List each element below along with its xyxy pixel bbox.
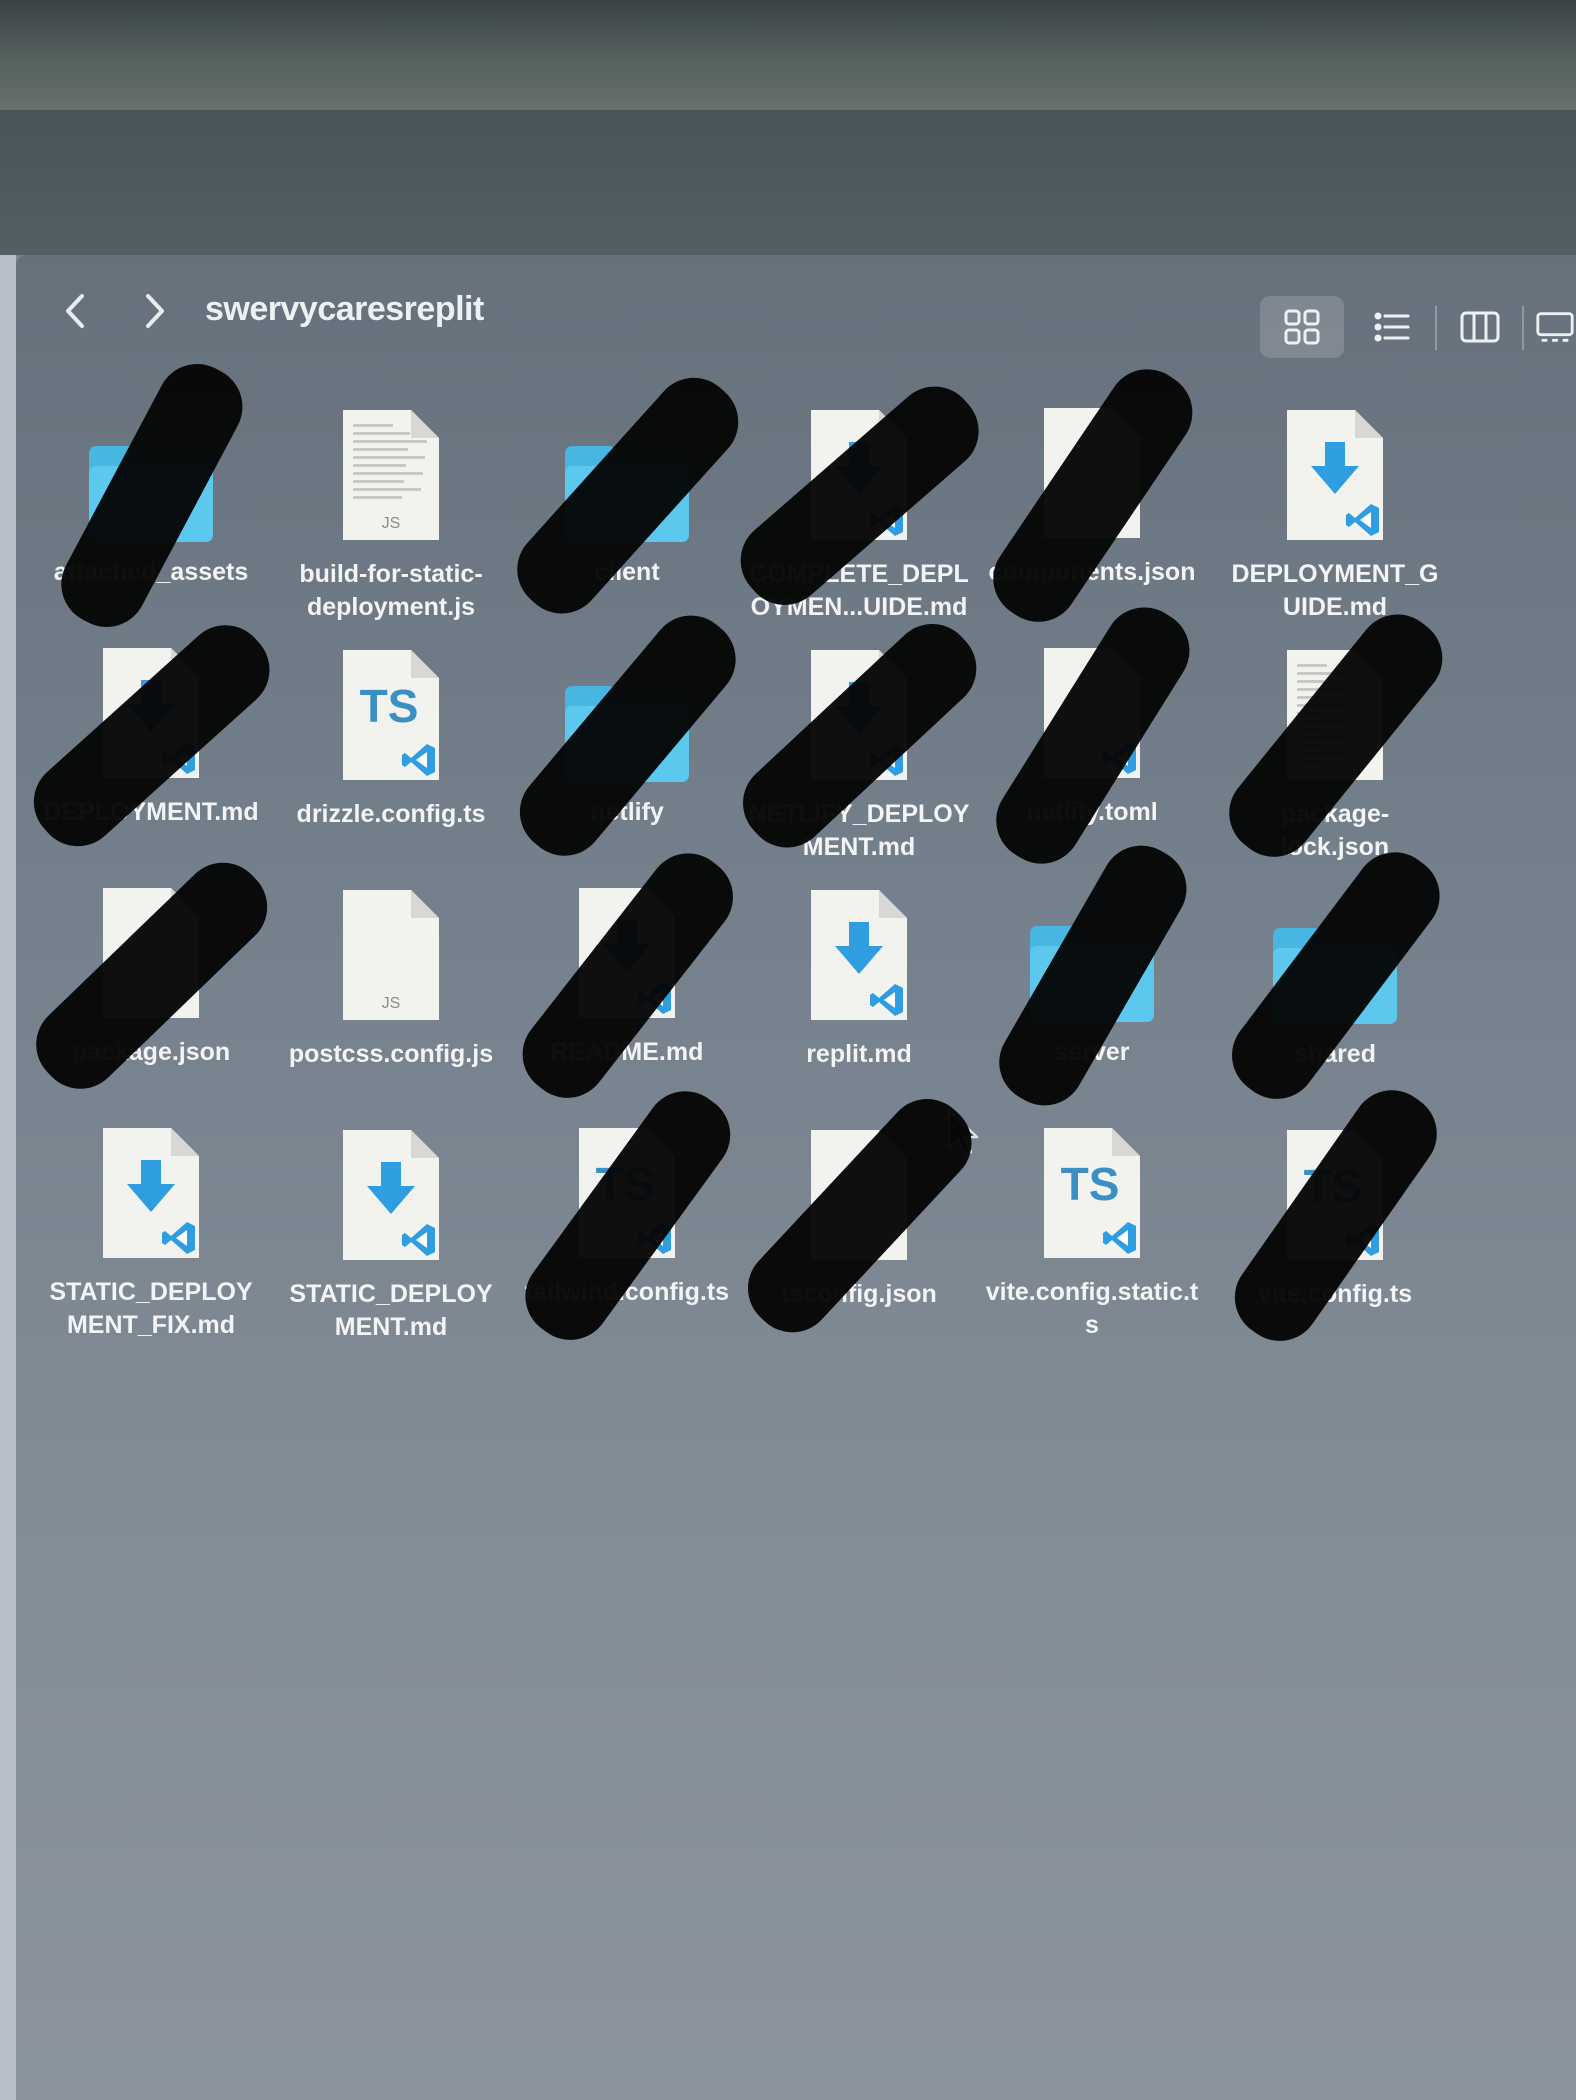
column-view-button[interactable] [1438,296,1522,358]
file-name: client [594,558,660,586]
folder-icon [512,400,742,550]
file-name: drizzle.config.ts [296,800,486,828]
file-item[interactable]: components.json [977,400,1207,589]
file-name: STATIC_DEPLOY MENT.md [289,1280,493,1341]
file-item[interactable]: TS vite.config.ts [1220,1122,1450,1311]
file-name: postcss.config.js [288,1040,494,1068]
document-icon [36,880,266,1030]
typescript-file-icon: TS [512,1120,742,1270]
typescript-file-icon: TS [276,642,506,792]
markdown-file-icon [1220,402,1450,552]
list-view-button[interactable] [1350,296,1434,358]
file-name: STATIC_DEPLOY MENT_FIX.md [49,1278,253,1339]
file-item[interactable]: DEPLOYMENT_G UIDE.md [1220,402,1450,624]
folder-icon [36,400,266,550]
document-icon [1220,642,1450,792]
document-icon [744,1122,974,1272]
toolbar-separator [1435,306,1437,350]
document-icon [977,640,1207,790]
icon-view-button[interactable] [1260,296,1344,358]
document-icon [977,400,1207,550]
svg-text:TS: TS [596,1158,655,1210]
file-name: NETLIFY_DEPLOY MENT.md [748,800,970,861]
file-item[interactable]: TS drizzle.config.ts [276,642,506,831]
gallery-view-icon [1536,312,1574,342]
file-name: tsconfig.json [781,1280,937,1308]
svg-text:TS: TS [360,680,419,732]
markdown-file-icon [744,642,974,792]
column-view-icon [1460,311,1500,343]
file-item[interactable]: shared [1220,882,1450,1071]
document-icon: JS [276,882,506,1032]
file-item[interactable]: replit.md [744,882,974,1071]
document-icon: JS [276,402,506,552]
file-item[interactable]: DEPLOYMENT.md [36,640,266,829]
toolbar-separator [1522,306,1524,350]
file-name: shared [1294,1040,1376,1068]
window-title: swervycaresreplit [205,290,484,328]
file-item[interactable]: TS vite.config.static.t s [977,1120,1207,1342]
file-name: COMPLETE_DEPL OYMEN...UIDE.md [749,560,969,621]
file-item[interactable]: attached_assets [36,400,266,589]
svg-text:TS: TS [1061,1158,1120,1210]
folder-icon [1220,882,1450,1032]
file-name: build-for-static-deployment.js [299,560,483,621]
file-item[interactable]: TS tailwind.config.ts [512,1120,742,1309]
file-item[interactable]: netlify.toml [977,640,1207,829]
file-item[interactable]: README.md [512,880,742,1069]
folder-icon [977,880,1207,1030]
mouse-cursor-icon [947,1109,979,1157]
file-name: DEPLOYMENT_G UIDE.md [1231,560,1439,621]
folder-icon [512,640,742,790]
file-item[interactable]: COMPLETE_DEPL OYMEN...UIDE.md [744,402,974,624]
svg-text:TS: TS [1304,1160,1363,1212]
file-name: README.md [550,1038,704,1066]
file-item[interactable]: JS build-for-static-deployment.js [276,402,506,624]
chevron-right-icon [146,294,164,328]
file-item[interactable]: STATIC_DEPLOY MENT.md [276,1122,506,1344]
window-edge [0,255,16,2100]
file-name: netlify [590,798,664,826]
file-name: server [1054,1038,1130,1066]
file-item[interactable]: tsconfig.json [744,1122,974,1311]
file-item[interactable]: netlify [512,640,742,829]
file-item[interactable]: package.json [36,880,266,1069]
file-item[interactable]: STATIC_DEPLOY MENT_FIX.md [36,1120,266,1342]
file-item[interactable]: package-lock.json [1220,642,1450,864]
chevron-left-icon [66,294,84,328]
photo-background [0,0,1576,110]
file-name: attached_assets [53,558,249,586]
file-item[interactable]: server [977,880,1207,1069]
typescript-file-icon: TS [1220,1122,1450,1272]
file-name: replit.md [806,1040,912,1068]
screen-bezel [0,110,1576,255]
file-item[interactable]: client [512,400,742,589]
typescript-file-icon: TS [977,1120,1207,1270]
file-name: vite.config.ts [1257,1280,1413,1308]
file-name: vite.config.static.t s [985,1278,1199,1339]
back-button[interactable] [56,288,96,334]
file-name: package.json [71,1038,231,1066]
file-name: netlify.toml [1026,798,1158,826]
markdown-file-icon [744,882,974,1032]
markdown-file-icon [512,880,742,1030]
file-item[interactable]: JS postcss.config.js [276,882,506,1071]
markdown-file-icon [744,402,974,552]
gallery-view-button[interactable] [1530,296,1576,358]
file-name: components.json [988,558,1196,586]
markdown-file-icon [276,1122,506,1272]
svg-text:JS: JS [382,995,401,1012]
markdown-file-icon [36,1120,266,1270]
markdown-file-icon [36,640,266,790]
file-name: package-lock.json [1280,800,1390,861]
file-name: tailwind.config.ts [524,1278,730,1306]
file-name: DEPLOYMENT.md [43,798,259,826]
icon-grid-view-icon [1284,309,1320,345]
svg-text:JS: JS [382,515,401,532]
file-item[interactable]: NETLIFY_DEPLOY MENT.md [744,642,974,864]
forward-button[interactable] [134,288,174,334]
list-view-icon [1374,312,1410,342]
